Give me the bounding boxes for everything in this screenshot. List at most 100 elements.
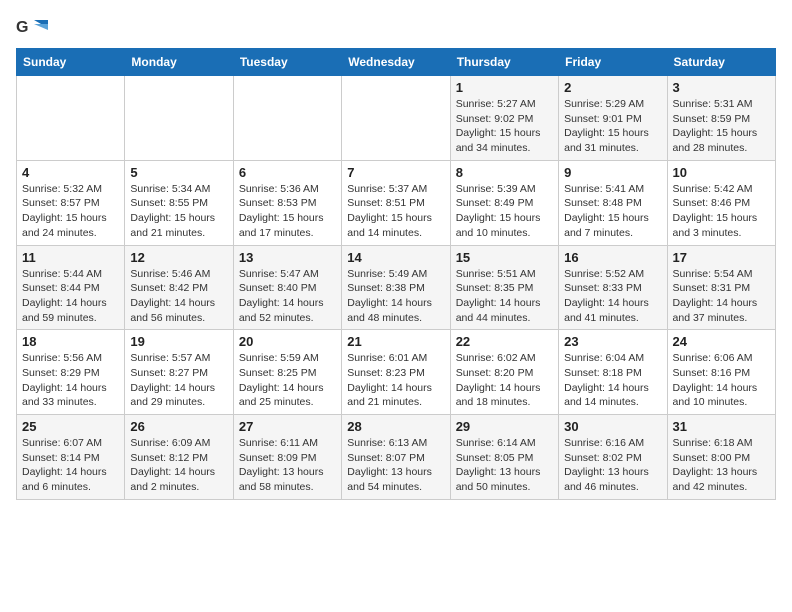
day-info: Sunrise: 5:31 AM Sunset: 8:59 PM Dayligh… (673, 97, 770, 156)
day-info: Sunrise: 5:59 AM Sunset: 8:25 PM Dayligh… (239, 351, 336, 410)
calendar-cell: 17Sunrise: 5:54 AM Sunset: 8:31 PM Dayli… (667, 245, 775, 330)
day-info: Sunrise: 6:09 AM Sunset: 8:12 PM Dayligh… (130, 436, 227, 495)
day-info: Sunrise: 5:37 AM Sunset: 8:51 PM Dayligh… (347, 182, 444, 241)
day-number: 5 (130, 165, 227, 180)
page-header: G (16, 16, 776, 38)
day-number: 19 (130, 334, 227, 349)
day-number: 29 (456, 419, 553, 434)
calendar-cell: 30 Sunrise: 6:16 AM Sunset: 8:02 PM Dayli… (559, 415, 667, 500)
calendar-header-sunday: Sunday (17, 49, 125, 76)
calendar-cell: 10 Sunrise: 5:42 AM Sunset: 8:46 PM Dayli… (667, 160, 775, 245)
day-info: Sunrise: 5:42 AM Sunset: 8:46 PM Dayligh… (673, 182, 770, 241)
calendar-cell: 11 Sunrise: 5:44 AM Sunset: 8:44 PM Dayli… (17, 245, 125, 330)
day-info: Sunrise: 5:52 AM Sunset: 8:33 PM Dayligh… (564, 267, 661, 326)
day-info: Sunrise: 6:01 AM Sunset: 8:23 PM Dayligh… (347, 351, 444, 410)
calendar-cell: 23 Sunrise: 6:04 AM Sunset: 8:18 PM Dayli… (559, 330, 667, 415)
day-info: Sunrise: 5:36 AM Sunset: 8:53 PM Dayligh… (239, 182, 336, 241)
day-number: 31 (673, 419, 770, 434)
day-number: 8 (456, 165, 553, 180)
day-info: Sunrise: 6:06 AM Sunset: 8:16 PM Dayligh… (673, 351, 770, 410)
day-number: 1 (456, 80, 553, 95)
calendar-header-friday: Friday (559, 49, 667, 76)
calendar-cell: 4 Sunrise: 5:32 AM Sunset: 8:57 PM Daylig… (17, 160, 125, 245)
day-number: 9 (564, 165, 661, 180)
calendar-week-row: 1 Sunrise: 5:27 AM Sunset: 9:02 PM Daylig… (17, 76, 776, 161)
day-info: Sunrise: 6:18 AM Sunset: 8:00 PM Dayligh… (673, 436, 770, 495)
day-number: 21 (347, 334, 444, 349)
day-number: 13 (239, 250, 336, 265)
calendar-cell: 16 Sunrise: 5:52 AM Sunset: 8:33 PM Dayli… (559, 245, 667, 330)
day-number: 27 (239, 419, 336, 434)
day-info: Sunrise: 5:57 AM Sunset: 8:27 PM Dayligh… (130, 351, 227, 410)
calendar-cell: 31 Sunrise: 6:18 AM Sunset: 8:00 PM Dayli… (667, 415, 775, 500)
day-info: Sunrise: 5:39 AM Sunset: 8:49 PM Dayligh… (456, 182, 553, 241)
calendar-cell: 19 Sunrise: 5:57 AM Sunset: 8:27 PM Dayli… (125, 330, 233, 415)
day-info: Sunrise: 5:27 AM Sunset: 9:02 PM Dayligh… (456, 97, 553, 156)
calendar-cell: 27 Sunrise: 6:11 AM Sunset: 8:09 PM Dayli… (233, 415, 341, 500)
calendar-cell: 26 Sunrise: 6:09 AM Sunset: 8:12 PM Dayli… (125, 415, 233, 500)
day-number: 7 (347, 165, 444, 180)
calendar-cell: 22Sunrise: 6:02 AM Sunset: 8:20 PM Dayli… (450, 330, 558, 415)
calendar-cell: 18 Sunrise: 5:56 AM Sunset: 8:29 PM Dayli… (17, 330, 125, 415)
calendar-cell: 15Sunrise: 5:51 AM Sunset: 8:35 PM Dayli… (450, 245, 558, 330)
day-number: 3 (673, 80, 770, 95)
calendar-week-row: 25Sunrise: 6:07 AM Sunset: 8:14 PM Dayli… (17, 415, 776, 500)
calendar-cell: 6 Sunrise: 5:36 AM Sunset: 8:53 PM Daylig… (233, 160, 341, 245)
logo: G (16, 16, 50, 38)
logo-icon: G (16, 16, 48, 38)
day-info: Sunrise: 6:02 AM Sunset: 8:20 PM Dayligh… (456, 351, 553, 410)
day-number: 24 (673, 334, 770, 349)
day-number: 12 (130, 250, 227, 265)
calendar-cell: 20 Sunrise: 5:59 AM Sunset: 8:25 PM Dayli… (233, 330, 341, 415)
day-info: Sunrise: 5:34 AM Sunset: 8:55 PM Dayligh… (130, 182, 227, 241)
day-info: Sunrise: 6:13 AM Sunset: 8:07 PM Dayligh… (347, 436, 444, 495)
calendar-week-row: 18 Sunrise: 5:56 AM Sunset: 8:29 PM Dayli… (17, 330, 776, 415)
calendar-cell (17, 76, 125, 161)
day-number: 6 (239, 165, 336, 180)
day-info: Sunrise: 5:47 AM Sunset: 8:40 PM Dayligh… (239, 267, 336, 326)
day-number: 16 (564, 250, 661, 265)
day-number: 28 (347, 419, 444, 434)
day-info: Sunrise: 5:44 AM Sunset: 8:44 PM Dayligh… (22, 267, 119, 326)
calendar-header-wednesday: Wednesday (342, 49, 450, 76)
day-info: Sunrise: 5:46 AM Sunset: 8:42 PM Dayligh… (130, 267, 227, 326)
day-info: Sunrise: 5:29 AM Sunset: 9:01 PM Dayligh… (564, 97, 661, 156)
day-info: Sunrise: 6:07 AM Sunset: 8:14 PM Dayligh… (22, 436, 119, 495)
day-number: 26 (130, 419, 227, 434)
day-info: Sunrise: 5:32 AM Sunset: 8:57 PM Dayligh… (22, 182, 119, 241)
day-info: Sunrise: 5:56 AM Sunset: 8:29 PM Dayligh… (22, 351, 119, 410)
calendar-cell: 2 Sunrise: 5:29 AM Sunset: 9:01 PM Daylig… (559, 76, 667, 161)
day-info: Sunrise: 6:14 AM Sunset: 8:05 PM Dayligh… (456, 436, 553, 495)
calendar-header-saturday: Saturday (667, 49, 775, 76)
day-number: 10 (673, 165, 770, 180)
calendar-cell: 3 Sunrise: 5:31 AM Sunset: 8:59 PM Daylig… (667, 76, 775, 161)
day-info: Sunrise: 6:11 AM Sunset: 8:09 PM Dayligh… (239, 436, 336, 495)
calendar-header-thursday: Thursday (450, 49, 558, 76)
calendar-cell: 25Sunrise: 6:07 AM Sunset: 8:14 PM Dayli… (17, 415, 125, 500)
day-number: 18 (22, 334, 119, 349)
calendar-week-row: 4 Sunrise: 5:32 AM Sunset: 8:57 PM Daylig… (17, 160, 776, 245)
calendar-cell: 12 Sunrise: 5:46 AM Sunset: 8:42 PM Dayli… (125, 245, 233, 330)
calendar-cell (233, 76, 341, 161)
calendar-cell: 7 Sunrise: 5:37 AM Sunset: 8:51 PM Daylig… (342, 160, 450, 245)
calendar-cell (342, 76, 450, 161)
day-number: 17 (673, 250, 770, 265)
day-info: Sunrise: 5:49 AM Sunset: 8:38 PM Dayligh… (347, 267, 444, 326)
calendar-week-row: 11 Sunrise: 5:44 AM Sunset: 8:44 PM Dayli… (17, 245, 776, 330)
calendar-cell: 24 Sunrise: 6:06 AM Sunset: 8:16 PM Dayli… (667, 330, 775, 415)
day-info: Sunrise: 6:16 AM Sunset: 8:02 PM Dayligh… (564, 436, 661, 495)
day-number: 30 (564, 419, 661, 434)
day-number: 2 (564, 80, 661, 95)
calendar-cell: 9Sunrise: 5:41 AM Sunset: 8:48 PM Daylig… (559, 160, 667, 245)
day-info: Sunrise: 6:04 AM Sunset: 8:18 PM Dayligh… (564, 351, 661, 410)
day-number: 11 (22, 250, 119, 265)
calendar-cell: 5 Sunrise: 5:34 AM Sunset: 8:55 PM Daylig… (125, 160, 233, 245)
calendar-table: SundayMondayTuesdayWednesdayThursdayFrid… (16, 48, 776, 500)
calendar-header-tuesday: Tuesday (233, 49, 341, 76)
calendar-cell: 8 Sunrise: 5:39 AM Sunset: 8:49 PM Daylig… (450, 160, 558, 245)
day-number: 23 (564, 334, 661, 349)
calendar-cell: 29 Sunrise: 6:14 AM Sunset: 8:05 PM Dayli… (450, 415, 558, 500)
day-number: 15 (456, 250, 553, 265)
day-number: 4 (22, 165, 119, 180)
day-number: 20 (239, 334, 336, 349)
